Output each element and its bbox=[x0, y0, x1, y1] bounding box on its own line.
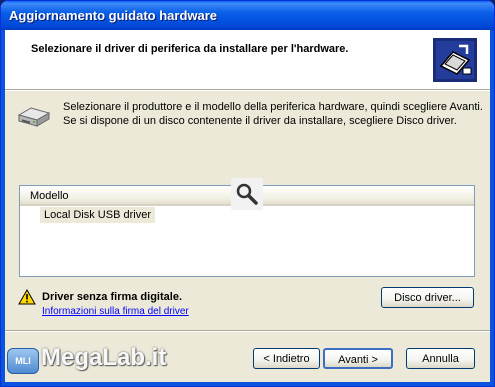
title-bar[interactable]: Aggiornamento guidato hardware bbox=[1, 1, 494, 30]
wizard-window: Aggiornamento guidato hardware Seleziona… bbox=[0, 0, 495, 387]
warning-icon bbox=[18, 289, 36, 305]
driver-signing-link[interactable]: Informazioni sulla firma del driver bbox=[42, 306, 189, 317]
cancel-button[interactable]: Annulla bbox=[406, 348, 475, 369]
footer-separator bbox=[5, 330, 490, 332]
instructions-text: Selezionare il produttore e il modello d… bbox=[63, 101, 483, 127]
wizard-header: Selezionare il driver di periferica da i… bbox=[5, 30, 490, 90]
warning-title: Driver senza firma digitale. bbox=[42, 291, 182, 303]
watermark-text: MegaLab.it bbox=[41, 344, 167, 371]
hardware-chip-icon bbox=[433, 38, 477, 82]
window-title: Aggiornamento guidato hardware bbox=[9, 8, 218, 23]
window-frame-right bbox=[490, 30, 494, 386]
column-header-label: Modello bbox=[30, 190, 69, 202]
window-frame-bottom bbox=[1, 382, 494, 386]
list-item[interactable]: Local Disk USB driver bbox=[40, 207, 155, 223]
header-divider bbox=[5, 90, 490, 91]
back-button[interactable]: < Indietro bbox=[253, 348, 320, 369]
header-title: Selezionare il driver di periferica da i… bbox=[31, 43, 349, 55]
watermark-badge: MLI bbox=[7, 348, 39, 374]
next-button[interactable]: Avanti > bbox=[323, 348, 393, 369]
disk-driver-button[interactable]: Disco driver... bbox=[381, 287, 474, 308]
disk-drive-icon bbox=[17, 107, 51, 127]
magnifier-icon bbox=[231, 178, 263, 210]
